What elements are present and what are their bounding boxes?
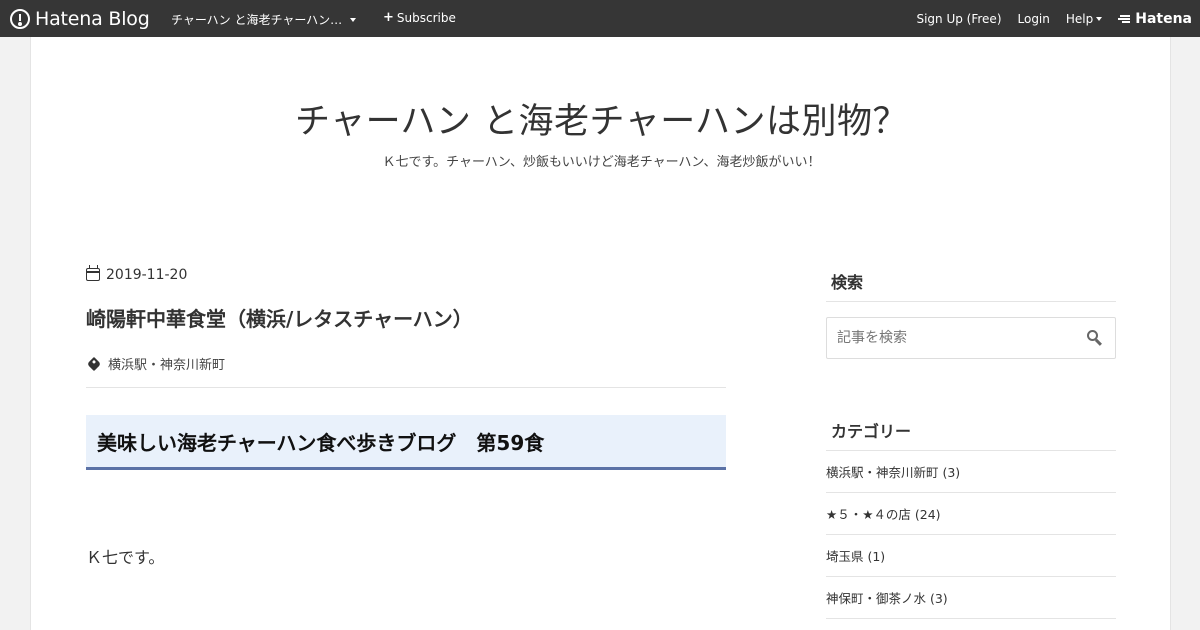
blog-title[interactable]: チャーハン と海老チャーハンは別物？ — [31, 93, 1172, 144]
blog-description: Ｋ七です。チャーハン、炒飯もいいけど海老チャーハン、海老炒飯がいい！ — [382, 155, 821, 170]
search-input[interactable] — [827, 318, 1115, 358]
hatena-mark-icon — [1118, 14, 1132, 24]
blog-container: チャーハン と海老チャーハンは別物？ Ｋ七です。チャーハン、炒飯もいいけど海老チ… — [30, 37, 1171, 630]
hatena-label: Hatena — [1135, 11, 1192, 27]
calendar-icon — [86, 265, 100, 281]
category-item[interactable]: ★５・★４の店 (24) — [826, 493, 1116, 535]
global-header-right: Sign Up (Free) Login Help Hatena — [900, 11, 1192, 27]
tag-icon — [86, 356, 102, 371]
entry-date-text: 2019-11-20 — [106, 267, 188, 283]
signup-link[interactable]: Sign Up (Free) — [916, 12, 1001, 26]
logo-text: Hatena Blog — [35, 7, 150, 30]
search-icon[interactable] — [1087, 330, 1103, 346]
category-module-title: カテゴリー — [826, 418, 1116, 451]
entry-paragraph: Ｋ七です。 — [86, 548, 165, 567]
entry-title[interactable]: 崎陽軒中華食堂（横浜/レタスチャーハン） — [86, 303, 726, 332]
blog-name-dropdown[interactable]: チャーハン と海老チャーハン… — [171, 11, 357, 28]
entry-article: 2019-11-20 崎陽軒中華食堂（横浜/レタスチャーハン） 横浜駅・神奈川新… — [86, 265, 726, 568]
plus-icon: + — [383, 10, 394, 25]
category-item[interactable]: 神保町・御茶ノ水 (3) — [826, 577, 1116, 619]
subscribe-label: Subscribe — [396, 11, 456, 25]
search-form — [826, 317, 1116, 359]
hatena-link[interactable]: Hatena — [1118, 11, 1192, 27]
chevron-down-icon — [350, 17, 357, 22]
section-heading: 美味しい海老チャーハン食べ歩きブログ 第59食 — [86, 415, 726, 470]
category-list: 横浜駅・神奈川新町 (3) ★５・★４の店 (24) 埼玉県 (1) 神保町・御… — [826, 451, 1116, 619]
global-header: Hatena Blog チャーハン と海老チャーハン… + Subscribe … — [0, 0, 1200, 37]
search-module-title: 検索 — [826, 269, 1116, 302]
blog-name-label: チャーハン と海老チャーハン… — [171, 13, 343, 27]
category-item[interactable]: 埼玉県 (1) — [826, 535, 1116, 577]
help-dropdown[interactable]: Help — [1065, 12, 1103, 26]
entry-date[interactable]: 2019-11-20 — [86, 265, 726, 283]
entry-categories: 横浜駅・神奈川新町 — [86, 354, 726, 388]
hatena-blog-logo[interactable]: Hatena Blog — [10, 7, 150, 30]
hatena-logo-icon — [10, 8, 30, 29]
chevron-down-icon — [1096, 17, 1103, 21]
category-item[interactable]: 横浜駅・神奈川新町 (3) — [826, 451, 1116, 493]
login-link[interactable]: Login — [1018, 12, 1050, 26]
entry-category-link[interactable]: 横浜駅・神奈川新町 — [108, 354, 225, 373]
subscribe-button[interactable]: + Subscribe — [383, 11, 456, 25]
sidebar: 検索 カテゴリー 横浜駅・神奈川新町 (3) ★５・★４の店 (24) 埼玉県 … — [826, 269, 1116, 619]
help-label: Help — [1065, 12, 1094, 26]
